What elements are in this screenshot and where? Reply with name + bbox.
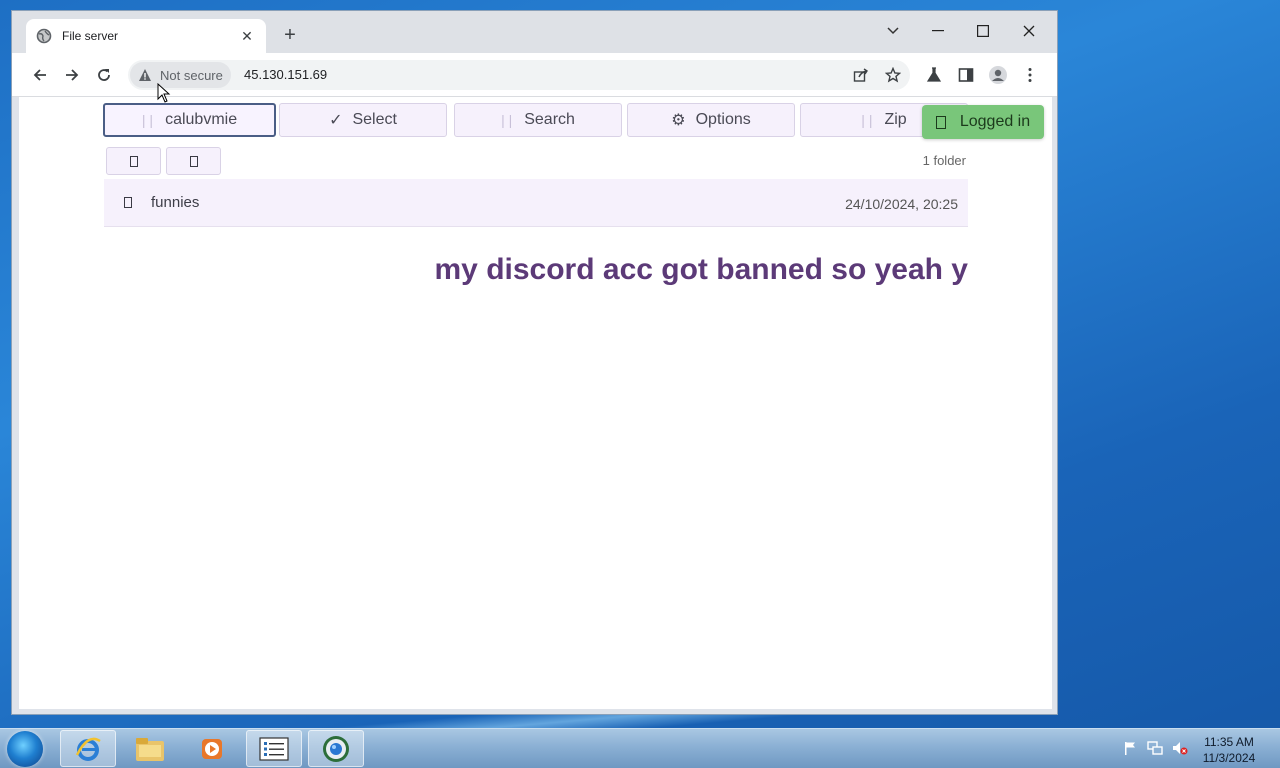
logged-in-badge[interactable]: Logged in [922,105,1044,139]
user-button[interactable]: | | calubvmie [103,103,276,137]
file-explorer-icon[interactable] [122,730,178,767]
checkmark-icon: ✓ [329,112,343,129]
options-button[interactable]: ⚙ Options [627,103,795,137]
start-button-icon[interactable] [7,731,43,767]
gear-icon: ⚙ [671,112,686,129]
address-bar[interactable]: Not secure 45.130.151.69 [128,60,910,90]
new-tab-icon[interactable]: + [280,25,300,45]
search-button[interactable]: | | Search [454,103,622,137]
maximize-icon[interactable] [960,17,1006,45]
upload-button[interactable] [166,147,221,175]
side-panel-icon[interactable] [956,65,976,85]
select-label: Select [352,111,397,128]
share-icon[interactable] [852,66,870,84]
back-icon[interactable] [28,63,52,87]
security-label: Not secure [160,67,223,83]
internet-explorer-icon[interactable] [60,730,116,767]
chrome-browser-icon[interactable] [308,730,364,767]
bookmark-star-icon[interactable] [884,66,902,84]
network-icon[interactable] [1146,739,1164,757]
item-name[interactable]: funnies [151,194,199,211]
task-list-icon[interactable] [246,730,302,767]
folder-count: 1 folder [922,153,966,168]
mouse-cursor-icon [157,82,171,108]
clock-time: 11:35 AM [1204,735,1254,749]
options-label: Options [695,111,751,128]
action-center-flag-icon[interactable] [1121,739,1139,757]
user-label: calubvmie [165,111,238,128]
item-date: 24/10/2024, 20:25 [845,196,958,212]
tab-title: File server [62,29,119,43]
browser-window: File server ✕ + Not secure 45.130.151.69… [11,10,1058,715]
forward-icon[interactable] [60,63,84,87]
search-label: Search [524,111,575,128]
list-item[interactable]: funnies 24/10/2024, 20:25 [104,179,968,227]
browser-tab[interactable]: File server ✕ [26,19,266,53]
user-icon [935,115,946,129]
profile-avatar-icon[interactable] [988,65,1008,85]
menu-kebab-icon[interactable] [1020,65,1040,85]
labs-flask-icon[interactable] [924,65,944,85]
taskbar: 11:35 AM 11/3/2024 [0,728,1280,768]
volume-muted-icon[interactable] [1171,739,1189,757]
select-button[interactable]: ✓ Select [279,103,447,137]
taskbar-clock[interactable]: 11:35 AM 11/3/2024 [1196,734,1262,766]
url-text[interactable]: 45.130.151.69 [244,67,327,82]
upload-icon [189,155,198,167]
media-player-icon[interactable] [184,730,240,767]
logged-in-label: Logged in [959,113,1031,130]
tab-strip: File server ✕ + [12,11,1057,53]
globe-icon [36,28,52,44]
folder-icon [124,197,132,208]
security-chip[interactable]: Not secure [130,62,231,88]
zip-label: Zip [884,111,907,128]
tab-search-chevron-icon[interactable] [870,17,916,45]
tab-close-icon[interactable]: ✕ [238,28,256,45]
reload-icon[interactable] [92,63,116,87]
page-viewport: | | calubvmie ✓ Select | | Search ⚙ Opti… [19,97,1052,709]
close-window-icon[interactable] [1006,17,1052,45]
warning-icon [138,68,152,82]
page-banner-text: my discord acc got banned so yeah y [434,253,969,286]
new-folder-button[interactable] [106,147,161,175]
minimize-icon[interactable] [915,17,961,45]
clock-date: 11/3/2024 [1202,751,1256,765]
folder-plus-icon [129,155,138,167]
